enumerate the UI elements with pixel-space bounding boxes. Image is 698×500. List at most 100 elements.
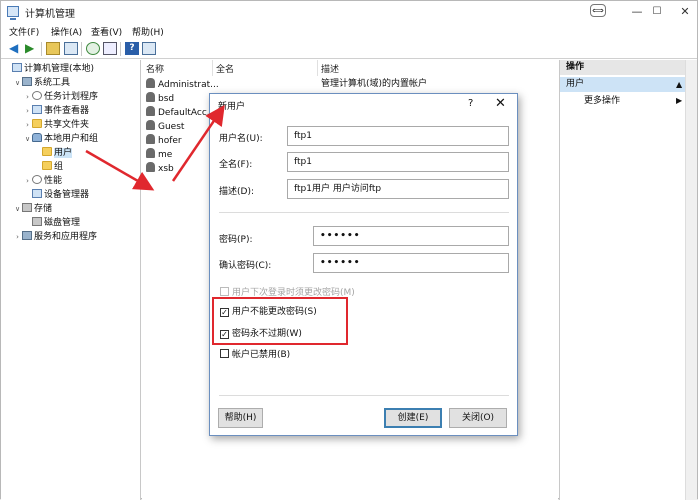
export-list-icon[interactable] (103, 42, 117, 55)
tree-item-label: 计算机管理(本地) (24, 64, 95, 74)
tree-item[interactable]: › 服务和应用程序 (13, 231, 97, 244)
help-button[interactable]: 帮助(H) (218, 408, 263, 428)
user-icon (146, 148, 155, 158)
clock-icon (32, 91, 42, 100)
help-icon[interactable]: ? (125, 42, 139, 55)
tree-item[interactable]: 磁盘管理 (23, 217, 80, 230)
show-hide-tree-icon[interactable] (64, 42, 78, 55)
password-field[interactable]: •••••• (313, 226, 509, 246)
close-dialog-button[interactable]: 关闭(O) (449, 408, 507, 428)
tree-item-label: 组 (54, 162, 64, 172)
tools-icon (22, 77, 32, 86)
menu-view[interactable]: 查看(V) (91, 25, 122, 38)
user-name: hofer (158, 136, 182, 146)
user-row[interactable]: hofer (146, 134, 182, 147)
show-action-pane-icon[interactable] (142, 42, 156, 55)
expand-toggle-icon[interactable]: ∨ (23, 133, 32, 146)
expand-toggle-icon[interactable]: › (23, 91, 32, 104)
user-name: Administrat... (158, 80, 219, 90)
computer-icon (12, 63, 22, 72)
expand-toggle-icon[interactable]: › (13, 231, 22, 244)
window-title: 计算机管理 (25, 9, 75, 20)
username-field[interactable]: ftp1 (287, 126, 509, 146)
column-description[interactable]: 描述 (321, 62, 339, 75)
confirm-password-field[interactable]: •••••• (313, 253, 509, 273)
menu-action[interactable]: 操作(A) (51, 25, 82, 38)
create-button[interactable]: 创建(E) (384, 408, 442, 428)
console-tree: 计算机管理(本地) ∨ 系统工具 › 任务计划程序 › 事件查看器 › 共享文件夹 ∨ 本地用户和组… (1, 60, 141, 500)
tree-item[interactable]: › 性能 (23, 175, 62, 188)
tree-item-label: 用户 (54, 148, 73, 158)
up-folder-icon[interactable] (46, 42, 60, 55)
menu-file[interactable]: 文件(F) (9, 25, 39, 38)
highlight-box (212, 297, 348, 345)
checkbox-row[interactable]: 帐户已禁用(B) (220, 349, 290, 361)
tree-item-label: 共享文件夹 (44, 120, 90, 130)
folder-icon (42, 161, 52, 170)
services-icon (22, 231, 32, 240)
user-row[interactable]: Guest (146, 120, 184, 133)
tree-item-label: 本地用户和组 (44, 134, 99, 144)
refresh-icon[interactable] (86, 42, 100, 55)
tree-item-label: 系统工具 (34, 78, 71, 88)
tree-item[interactable]: ∨ 系统工具 (13, 77, 70, 90)
device-manager-icon (32, 189, 42, 198)
tree-item-label: 服务和应用程序 (34, 232, 98, 242)
performance-icon (32, 175, 42, 184)
fullname-label: 全名(F): (219, 160, 253, 170)
new-user-dialog: 新用户 ? ✕ 用户名(U): ftp1 全名(F): ftp1 描述(D): … (209, 93, 518, 436)
tree-item[interactable]: › 共享文件夹 (23, 119, 89, 132)
user-icon (146, 162, 155, 172)
user-row[interactable]: bsd (146, 92, 174, 105)
back-icon[interactable]: ◀ (9, 42, 23, 55)
column-name[interactable]: 名称 (146, 62, 164, 75)
tree-item[interactable]: › 任务计划程序 (23, 91, 98, 104)
expand-toggle-icon[interactable]: ∨ (13, 77, 22, 90)
tree-item[interactable]: 用户 (33, 147, 73, 160)
column-fullname[interactable]: 全名 (216, 62, 234, 75)
storage-icon (22, 203, 32, 212)
confirm-password-label: 确认密码(C): (219, 261, 272, 271)
description-field[interactable]: ftp1用户 用户访问ftp (287, 179, 509, 199)
user-row[interactable]: DefaultAcc... (146, 106, 215, 119)
expand-toggle-icon[interactable]: › (23, 175, 32, 188)
actions-section-users[interactable]: 用户 ▲ (560, 77, 686, 92)
dialog-help-icon[interactable]: ? (468, 98, 473, 109)
collapse-arrow-icon[interactable]: ▲ (676, 77, 682, 92)
dialog-close-icon[interactable]: ✕ (495, 96, 506, 111)
menu-help[interactable]: 帮助(H) (132, 25, 164, 38)
more-actions-arrow-icon[interactable]: ▶ (676, 96, 682, 105)
tree-item[interactable]: 设备管理器 (23, 189, 89, 202)
user-row[interactable]: me (146, 148, 172, 161)
toolbar: ◀ ▶ ? (1, 39, 697, 59)
user-icon (146, 92, 155, 102)
expand-toggle-icon[interactable]: › (23, 105, 32, 118)
expand-toggle-icon[interactable]: › (23, 119, 32, 132)
forward-icon[interactable]: ▶ (25, 42, 39, 55)
title-bar: 计算机管理 ⟺ — ☐ ✕ (1, 1, 697, 23)
tree-item[interactable]: ∨ 本地用户和组 (23, 133, 98, 146)
checkbox-icon[interactable] (220, 349, 229, 358)
expand-toggle-icon[interactable]: ∨ (13, 203, 22, 216)
tree-item[interactable]: 组 (33, 161, 63, 174)
fullname-field[interactable]: ftp1 (287, 152, 509, 172)
tree-item[interactable]: › 事件查看器 (23, 105, 89, 118)
user-name: me (158, 150, 173, 160)
computer-management-icon (7, 6, 19, 20)
user-name: bsd (158, 94, 175, 104)
event-viewer-icon (32, 105, 42, 114)
more-actions-link[interactable]: 更多操作 (584, 95, 620, 108)
vertical-scrollbar[interactable] (685, 60, 697, 500)
close-window-button[interactable]: ✕ (665, 1, 698, 23)
tree-item-label: 任务计划程序 (44, 92, 99, 102)
tree-item-label: 设备管理器 (44, 190, 90, 200)
users-icon (32, 133, 42, 142)
user-name: DefaultAcc... (158, 108, 216, 118)
user-name: Guest (158, 122, 185, 132)
tree-item[interactable]: 计算机管理(本地) (3, 63, 94, 76)
tree-item[interactable]: ∨ 存储 (13, 203, 52, 216)
user-row[interactable]: xsb (146, 162, 174, 175)
folder-icon (42, 147, 52, 156)
dialog-title: 新用户 (218, 102, 246, 112)
user-row[interactable]: Administrat... 管理计算机(域)的内置帐户 (146, 78, 427, 91)
